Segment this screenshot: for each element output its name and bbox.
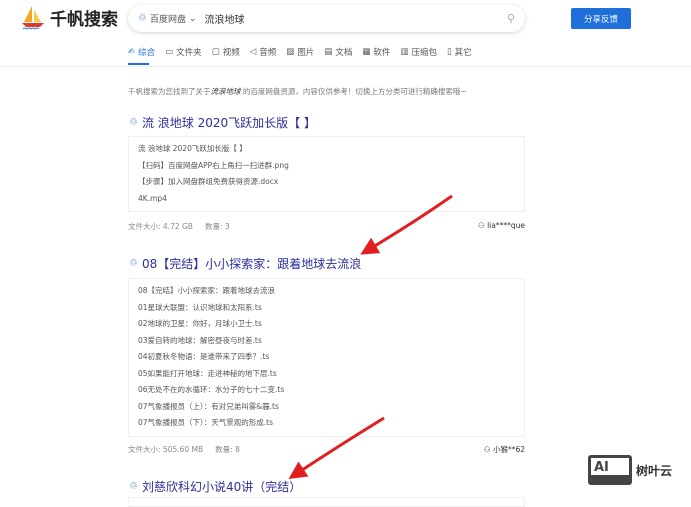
result-meta: 文件大小: 4.72 GB 数量: 3 ⚇ lia****que	[128, 221, 525, 232]
result-title[interactable]: ♲ 流 浪地球 2020飞跃加长版【 】	[129, 114, 316, 131]
file-size: 文件大小: 4.72 GB	[128, 222, 193, 231]
video-icon: ▢	[211, 47, 220, 57]
search-icon[interactable]: ⚲	[507, 12, 515, 25]
tab-label: 软件	[373, 48, 391, 58]
chevron-down-icon: ⌄	[188, 13, 197, 24]
file-list	[128, 497, 525, 507]
all-icon: ✍	[128, 47, 136, 57]
tab-label: 压缩包	[411, 48, 437, 58]
result-title-text[interactable]: 08【完结】小小探索家：跟着地球去流浪	[142, 255, 361, 272]
file-item: 04初夏秋冬物语：是谁带来了四季？.ts	[138, 352, 270, 361]
watermark-text: 树叶云	[636, 463, 673, 478]
tab-folder[interactable]: ▭ 文件夹	[165, 45, 202, 59]
tab-document[interactable]: ▤ 文档	[324, 45, 352, 59]
file-item: 4K.mp4	[138, 193, 167, 203]
tab-label: 其它	[454, 48, 472, 58]
share-feedback-button[interactable]: 分享反馈	[571, 8, 631, 29]
file-item: 05如果能打开地球：走进神秘的地下层.ts	[138, 368, 277, 378]
tab-archive[interactable]: ▥ 压缩包	[400, 45, 437, 59]
logo[interactable]: 千帆搜索	[20, 4, 118, 30]
source-label: 百度网盘	[149, 15, 186, 25]
user-icon: ⚇	[477, 221, 488, 230]
file-item: 【步骤】加入网盘群组免费获得资源.docx	[138, 177, 279, 186]
audio-icon: ◁	[249, 47, 257, 57]
baidu-pan-icon: ♲	[129, 117, 138, 128]
tab-label: 综合	[138, 48, 156, 58]
tab-label: 视频	[222, 48, 240, 58]
search-box[interactable]: ♲ 百度网盘 ⌄ 流浪地球 ⚲	[128, 5, 525, 32]
divider	[0, 66, 691, 67]
sailboat-logo-icon	[22, 6, 44, 30]
tab-label: 文档	[335, 48, 353, 58]
tab-all[interactable]: ✍ 综合	[128, 45, 155, 59]
active-tab-indicator	[128, 63, 149, 65]
intro-keyword: 流浪地球	[210, 87, 241, 96]
file-item: 03爱自转的地球：解密昼夜与时差.ts	[138, 335, 262, 345]
tab-image[interactable]: ▨ 图片	[286, 45, 314, 59]
result-title-text[interactable]: 流 浪地球 2020飞跃加长版【 】	[142, 114, 316, 131]
tab-label: 图片	[297, 48, 315, 58]
file-list: 08【完结】小小探索家：跟着地球去流浪 01星球大联盟：认识地球和太阳系.ts …	[128, 278, 525, 437]
file-count: 数量: 3	[204, 222, 230, 231]
file-item: 【扫码】百度网盘APP右上角扫一扫进群.png	[138, 160, 289, 170]
baidu-pan-icon: ♲	[129, 258, 138, 269]
source-select[interactable]: ♲ 百度网盘 ⌄	[138, 12, 197, 25]
other-icon: ▯	[446, 47, 452, 57]
file-item: 08【完结】小小探索家：跟着地球去流浪	[138, 286, 276, 295]
ai-logo-icon: AI	[588, 455, 632, 485]
file-item: 07气象播报员（上）：有对兄弟叫雾&霾.ts	[138, 401, 279, 411]
tab-audio[interactable]: ◁ 音频	[250, 45, 277, 59]
tab-label: 文件夹	[176, 48, 202, 58]
software-icon: ▦	[362, 47, 371, 57]
result-title-text[interactable]: 刘慈欣科幻小说40讲（完结）	[142, 478, 301, 495]
baidu-pan-icon: ♲	[129, 481, 138, 492]
result-title[interactable]: ♲ 刘慈欣科幻小说40讲（完结）	[129, 478, 301, 495]
file-item: 流 浪地球 2020飞跃加长版【 】	[138, 144, 247, 153]
archive-icon: ▥	[400, 47, 409, 57]
tab-software[interactable]: ▦ 软件	[362, 45, 390, 59]
document-icon: ▤	[324, 47, 333, 57]
file-item: 07气象播报员（下）：天气景观的形成.ts	[138, 418, 274, 427]
uploader: 小猴**62	[492, 445, 525, 454]
tab-label: 音频	[259, 48, 277, 58]
result-meta: 文件大小: 505.60 MB 数量: 8 ⚇ 小猴**62	[128, 444, 525, 455]
uploader: lia****que	[487, 221, 525, 230]
folder-icon: ▭	[165, 47, 174, 57]
file-list: 流 浪地球 2020飞跃加长版【 】 【扫码】百度网盘APP右上角扫一扫进群.p…	[128, 136, 525, 212]
file-count: 数量: 8	[215, 445, 240, 454]
logo-text: 千帆搜索	[50, 9, 118, 30]
result-intro: 千帆搜索为您找到了关于流浪地球 的百度网盘资源，内容仅供参考！切换上方分类可进行…	[128, 87, 467, 96]
image-icon: ▨	[286, 47, 295, 57]
tab-other[interactable]: ▯ 其它	[447, 45, 472, 59]
baidu-pan-icon: ♲	[138, 13, 147, 24]
tab-video[interactable]: ▢ 视频	[212, 45, 240, 59]
user-icon: ⚇	[483, 445, 493, 454]
file-item: 02地球的卫星：你好，月球小卫士.ts	[138, 319, 262, 328]
file-item: 06无处不在的水循环：水分子的七十二变.ts	[138, 385, 285, 394]
category-tabs: ✍ 综合 ▭ 文件夹 ▢ 视频 ◁ 音频 ▨ 图片 ▤ 文档 ▦ 软件 ▥ 压缩包 ▯ 其它	[128, 45, 472, 59]
result-title[interactable]: ♲ 08【完结】小小探索家：跟着地球去流浪	[129, 255, 361, 272]
watermark: AI 树叶云	[588, 455, 672, 485]
file-size: 文件大小: 505.60 MB	[128, 445, 204, 454]
file-item: 01星球大联盟：认识地球和太阳系.ts	[138, 302, 262, 312]
search-input[interactable]: 流浪地球	[205, 11, 245, 26]
